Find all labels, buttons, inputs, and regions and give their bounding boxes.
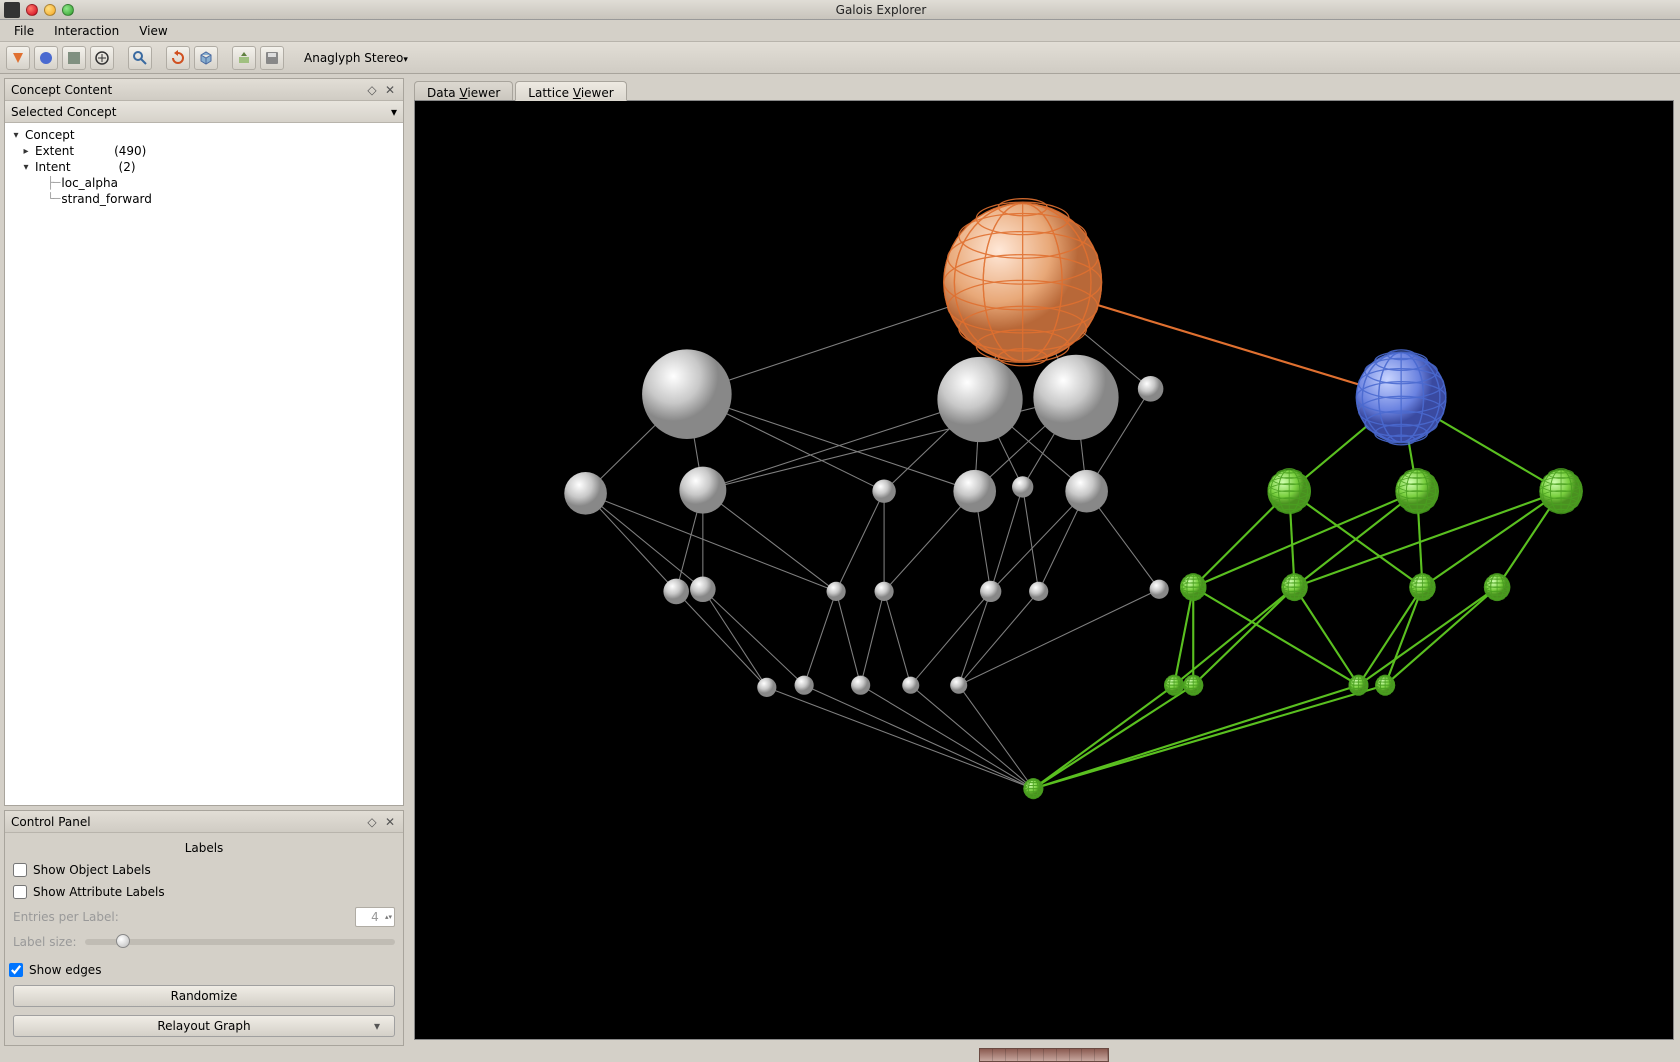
concept-content-panel: Concept Content ◇ ✕ Selected Concept ▾ ▾…	[4, 78, 404, 806]
tree-node-concept[interactable]: ▾ Concept	[5, 127, 403, 143]
left-column: Concept Content ◇ ✕ Selected Concept ▾ ▾…	[0, 74, 408, 1050]
concept-content-title-label: Concept Content	[11, 83, 112, 97]
checkbox[interactable]	[9, 963, 23, 977]
toolbar: Anaglyph Stereo▾	[0, 42, 1680, 74]
window-title: Galois Explorer	[86, 3, 1676, 17]
checkbox[interactable]	[13, 863, 27, 877]
toolbar-button-export[interactable]	[232, 46, 256, 70]
tab-data-viewer[interactable]: Data Viewer	[414, 81, 513, 101]
menubar: File Interaction View	[0, 20, 1680, 42]
slider-thumb[interactable]	[116, 934, 130, 948]
toolbar-button-2[interactable]	[34, 46, 58, 70]
tree-node-intent[interactable]: ▾ Intent (2)	[5, 159, 403, 175]
tab-strip: Data Viewer Lattice Viewer	[414, 80, 1674, 100]
close-panel-icon[interactable]: ✕	[383, 83, 397, 97]
label-size-row: Label size:	[13, 935, 395, 949]
concept-content-title: Concept Content ◇ ✕	[5, 79, 403, 101]
lattice-viewer-canvas[interactable]	[414, 100, 1674, 1040]
toolbar-button-1[interactable]	[6, 46, 30, 70]
detach-panel-icon[interactable]: ◇	[365, 83, 379, 97]
right-column: Data Viewer Lattice Viewer	[408, 74, 1680, 1050]
show-edges-checkbox[interactable]: Show edges	[9, 963, 395, 977]
toolbar-button-4[interactable]	[90, 46, 114, 70]
collapse-icon[interactable]: ▾	[19, 162, 33, 173]
close-window-icon[interactable]	[26, 4, 38, 16]
status-bar	[414, 1040, 1674, 1062]
titlebar: Galois Explorer	[0, 0, 1680, 20]
maximize-window-icon[interactable]	[62, 4, 74, 16]
control-panel: Control Panel ◇ ✕ Labels Show Object Lab…	[4, 810, 404, 1046]
menu-file[interactable]: File	[4, 22, 44, 40]
randomize-button[interactable]: Randomize	[13, 985, 395, 1007]
labels-heading: Labels	[13, 841, 395, 855]
selected-concept-label: Selected Concept	[11, 105, 116, 119]
tree-leaf-strand-forward[interactable]: └─ strand_forward	[5, 191, 403, 207]
expand-icon[interactable]: ▸	[19, 146, 33, 157]
concept-tree: ▾ Concept ▸ Extent (490) ▾ Intent (2)	[5, 123, 403, 805]
collapse-icon[interactable]: ▾	[9, 130, 23, 141]
anaglyph-stereo-dropdown[interactable]: Anaglyph Stereo▾	[298, 51, 414, 65]
chevron-down-icon: ▾	[391, 105, 397, 119]
detach-panel-icon[interactable]: ◇	[365, 815, 379, 829]
tab-label: Data Viewer	[427, 86, 500, 100]
entries-per-label-label: Entries per Label:	[13, 910, 355, 924]
window-controls	[26, 4, 74, 16]
toolbar-button-cube[interactable]	[194, 46, 218, 70]
toolbar-button-save[interactable]	[260, 46, 284, 70]
toolbar-button-3[interactable]	[62, 46, 86, 70]
selected-concept-dropdown[interactable]: Selected Concept ▾	[5, 101, 403, 123]
toolbar-button-reset[interactable]	[166, 46, 190, 70]
app-icon	[4, 2, 20, 18]
tree-leaf-loc-alpha[interactable]: ├─ loc_alpha	[5, 175, 403, 191]
show-object-labels-checkbox[interactable]: Show Object Labels	[13, 863, 395, 877]
workarea: Concept Content ◇ ✕ Selected Concept ▾ ▾…	[0, 74, 1680, 1050]
tab-lattice-viewer[interactable]: Lattice Viewer	[515, 81, 626, 101]
zoom-icon[interactable]	[128, 46, 152, 70]
menu-view[interactable]: View	[129, 22, 177, 40]
checkbox[interactable]	[13, 885, 27, 899]
label-size-slider[interactable]	[85, 939, 396, 945]
minimize-window-icon[interactable]	[44, 4, 56, 16]
progress-indicator	[979, 1048, 1109, 1062]
chevron-down-icon: ▾	[403, 55, 408, 65]
label-size-label: Label size:	[13, 935, 77, 949]
tree-node-extent[interactable]: ▸ Extent (490)	[5, 143, 403, 159]
control-panel-title-label: Control Panel	[11, 815, 91, 829]
anaglyph-label: Anaglyph Stereo	[304, 51, 403, 65]
control-panel-title: Control Panel ◇ ✕	[5, 811, 403, 833]
entries-per-label-row: Entries per Label: 4	[13, 907, 395, 927]
relayout-graph-dropdown[interactable]: Relayout Graph	[13, 1015, 395, 1037]
close-panel-icon[interactable]: ✕	[383, 815, 397, 829]
menu-interaction[interactable]: Interaction	[44, 22, 129, 40]
show-attribute-labels-checkbox[interactable]: Show Attribute Labels	[13, 885, 395, 899]
entries-per-label-spinner[interactable]: 4	[355, 907, 395, 927]
tab-label: Lattice Viewer	[528, 86, 613, 100]
